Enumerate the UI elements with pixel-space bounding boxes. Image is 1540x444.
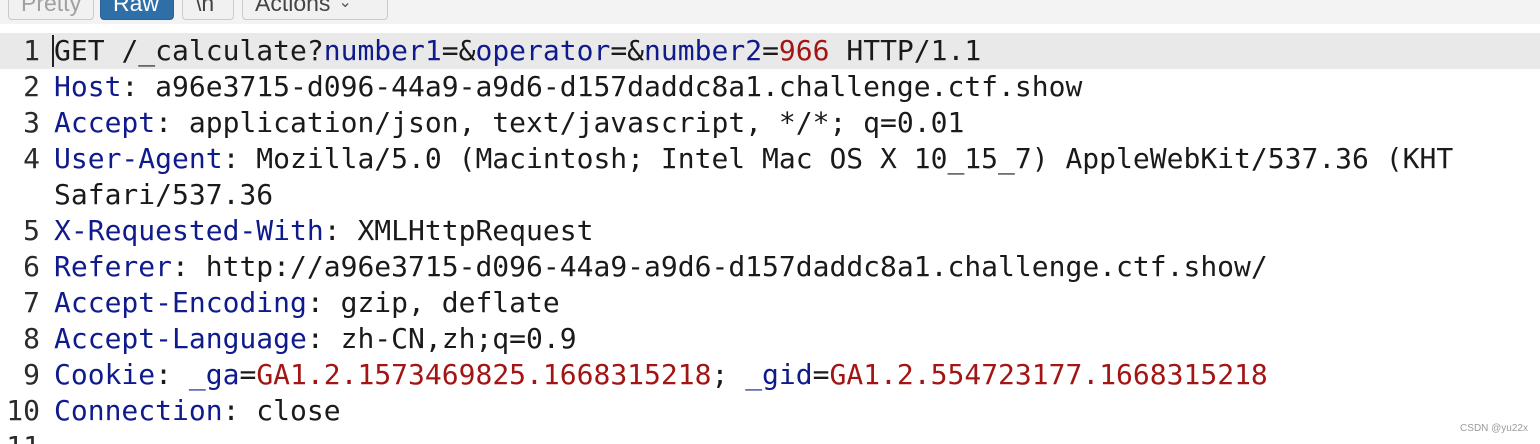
cookie-name-gid: _gid <box>745 358 813 391</box>
header-value: Mozilla/5.0 (Macintosh; Intel Mac OS X 1… <box>256 142 1454 175</box>
pretty-tab-button[interactable]: Pretty <box>8 0 94 20</box>
header-separator: : <box>306 322 341 355</box>
param-name-number1: number1 <box>323 34 442 67</box>
header-separator: : <box>306 286 341 319</box>
header-name: Accept-Language <box>54 322 307 355</box>
header-name: Referer <box>54 250 173 283</box>
header-line-cookie[interactable]: 9 Cookie: _ga=GA1.2.1573469825.166831521… <box>0 357 1540 393</box>
header-value: gzip, deflate <box>340 286 560 319</box>
line-number: 9 <box>23 358 40 391</box>
message-editor-toolbar: Pretty Raw \n Actions ⌄ <box>0 0 1540 24</box>
header-line-connection[interactable]: 10 Connection: close <box>0 393 1540 429</box>
header-name: Accept <box>54 106 156 139</box>
line-number: 8 <box>23 322 40 355</box>
line-number: 7 <box>23 286 40 319</box>
request-path: /_calculate? <box>121 34 324 67</box>
header-name: X-Requested-With <box>54 214 324 247</box>
cookie-name-ga: _ga <box>188 358 240 391</box>
param-separator: =& <box>441 34 476 67</box>
header-name: Accept-Encoding <box>54 286 307 319</box>
header-separator: : <box>222 394 257 427</box>
param-separator: = <box>762 34 779 67</box>
line-number <box>0 177 40 213</box>
request-line-text: GET /_calculate?number1=&operator=&numbe… <box>54 33 981 69</box>
header-line-accept-language[interactable]: 8 Accept-Language: zh-CN,zh;q=0.9 <box>0 321 1540 357</box>
param-value-number2: 966 <box>778 34 830 67</box>
header-value: close <box>256 394 341 427</box>
request-line[interactable]: 1 GET /_calculate?number1=&operator=&num… <box>0 33 1540 69</box>
header-line-accept[interactable]: 3 Accept: application/json, text/javascr… <box>0 105 1540 141</box>
header-name: Host <box>54 70 122 103</box>
cookie-value-ga: GA1.2.1573469825.1668315218 <box>256 358 712 391</box>
header-value: http://a96e3715-d096-44a9-a9d6-d157daddc… <box>205 250 1268 283</box>
line-number: 2 <box>23 70 40 103</box>
line-number: 10 <box>6 394 40 427</box>
line-number: 11 <box>0 429 40 444</box>
line-number: 6 <box>23 250 40 283</box>
raw-request-editor[interactable]: 1 GET /_calculate?number1=&operator=&num… <box>0 33 1540 444</box>
header-line-user-agent[interactable]: 4 User-Agent: Mozilla/5.0 (Macintosh; In… <box>0 141 1540 177</box>
param-name-number2: number2 <box>644 34 763 67</box>
header-value: application/json, text/javascript, */*; … <box>188 106 965 139</box>
line-number: 3 <box>23 106 40 139</box>
header-line-user-agent-wrap[interactable]: Safari/537.36 <box>0 177 1540 213</box>
header-line-x-requested-with[interactable]: 5 X-Requested-With: XMLHttpRequest <box>0 213 1540 249</box>
raw-tab-button[interactable]: Raw <box>100 0 174 20</box>
header-value: zh-CN,zh;q=0.9 <box>340 322 577 355</box>
cookie-equals: = <box>812 358 830 391</box>
watermark-text: CSDN @yu22x <box>1460 423 1528 434</box>
actions-dropdown-button[interactable]: Actions ⌄ <box>242 0 388 20</box>
header-name: User-Agent <box>54 142 223 175</box>
header-separator: : <box>155 106 189 139</box>
empty-line[interactable]: 11 <box>0 429 1540 444</box>
header-line-accept-encoding[interactable]: 7 Accept-Encoding: gzip, deflate <box>0 285 1540 321</box>
header-line-host[interactable]: 2 Host: a96e3715-d096-44a9-a9d6-d157dadd… <box>0 69 1540 105</box>
cookie-equals: = <box>239 358 257 391</box>
cookie-value-gid: GA1.2.554723177.1668315218 <box>829 358 1268 391</box>
actions-label: Actions <box>255 0 331 16</box>
header-value: XMLHttpRequest <box>357 214 594 247</box>
show-newlines-button[interactable]: \n <box>182 0 234 20</box>
param-separator: =& <box>610 34 645 67</box>
header-separator: : <box>121 70 156 103</box>
header-separator: : <box>172 250 206 283</box>
header-separator: : <box>323 214 358 247</box>
header-value: a96e3715-d096-44a9-a9d6-d157daddc8a1.cha… <box>155 70 1083 103</box>
line-number: 1 <box>23 34 40 67</box>
param-name-operator: operator <box>475 34 611 67</box>
line-number: 4 <box>23 142 40 175</box>
header-separator: : <box>222 142 257 175</box>
cookie-separator: ; <box>711 358 746 391</box>
http-protocol: HTTP/1.1 <box>829 34 982 67</box>
header-line-referer[interactable]: 6 Referer: http://a96e3715-d096-44a9-a9d… <box>0 249 1540 285</box>
header-separator: : <box>155 358 189 391</box>
header-name: Connection <box>54 394 223 427</box>
chevron-down-icon: ⌄ <box>338 0 352 11</box>
header-name: Cookie <box>54 358 156 391</box>
http-method: GET <box>54 34 105 67</box>
line-number: 5 <box>23 214 40 247</box>
header-value-continuation: Safari/537.36 <box>54 178 274 211</box>
